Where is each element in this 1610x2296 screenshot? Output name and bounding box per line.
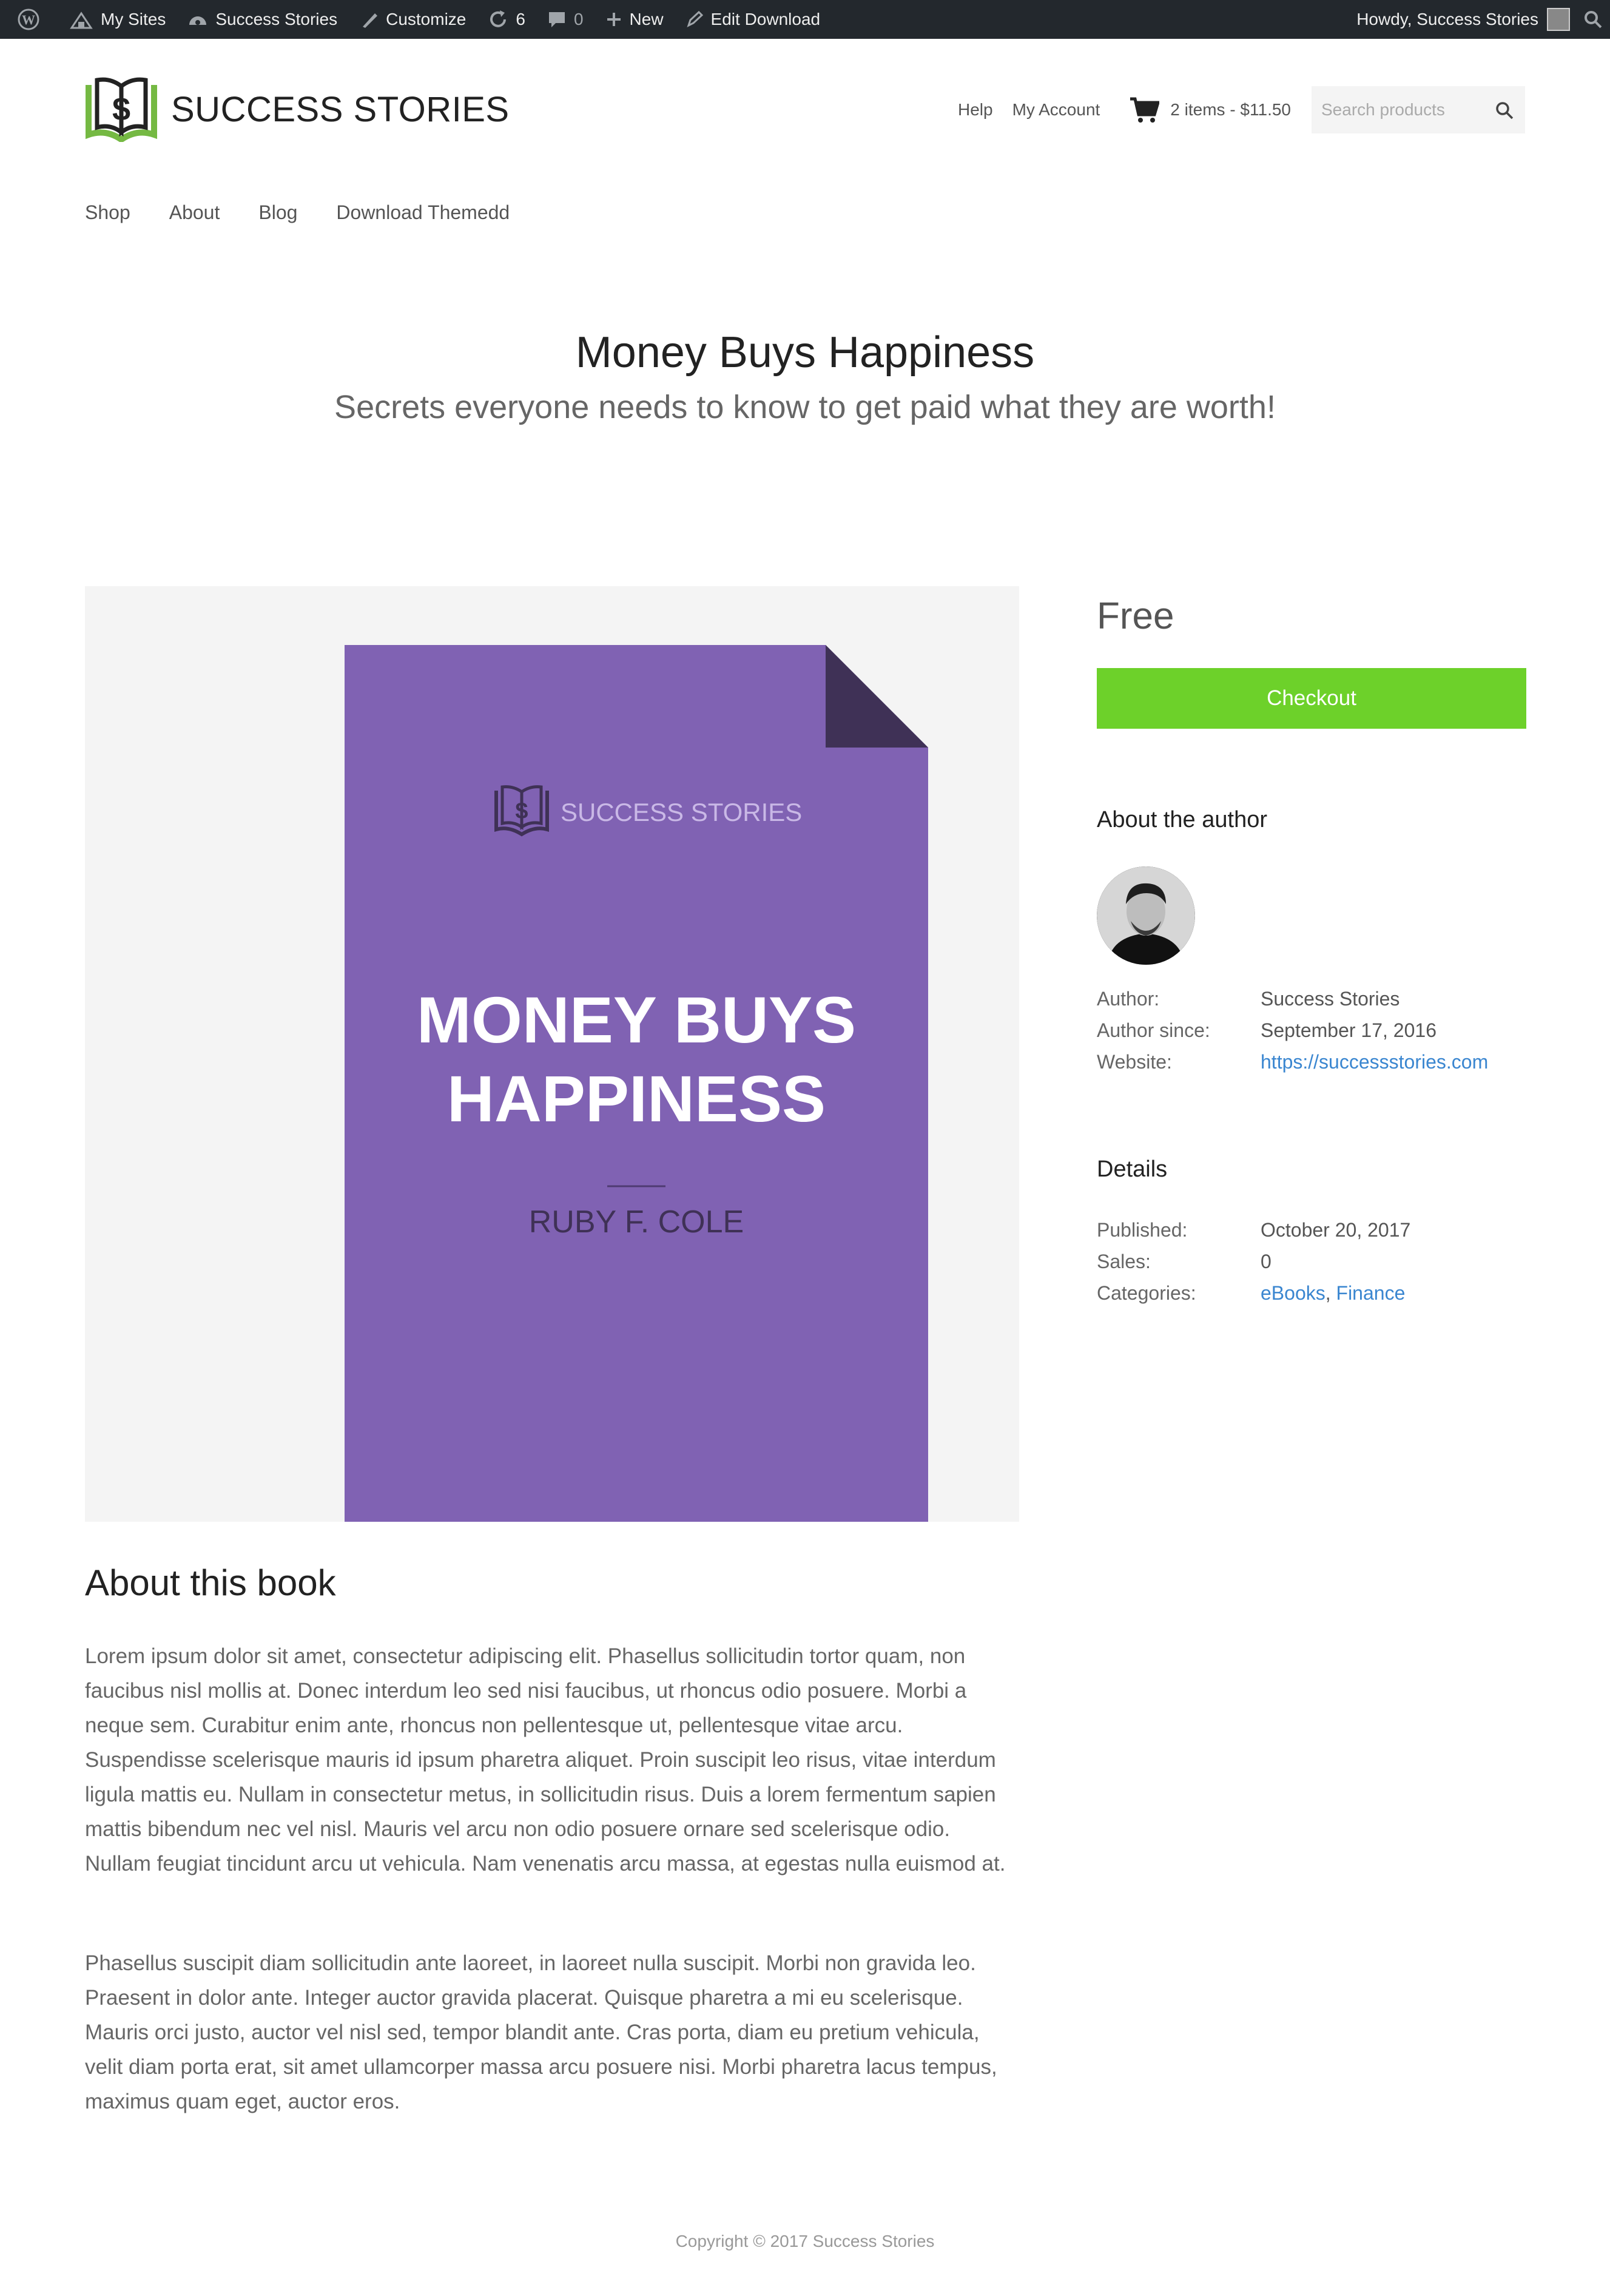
- checkout-button[interactable]: Checkout: [1097, 668, 1526, 729]
- nav-item-about[interactable]: About: [169, 201, 220, 224]
- my-sites-link[interactable]: My Sites: [58, 0, 177, 39]
- author-since-row: Author since: September 17, 2016: [1097, 1015, 1526, 1046]
- edit-download-label: Edit Download: [710, 10, 821, 29]
- edit-download-link[interactable]: Edit Download: [675, 0, 832, 39]
- search-icon[interactable]: [1583, 10, 1603, 29]
- svg-text:W: W: [22, 12, 35, 27]
- sites-icon: [70, 12, 93, 29]
- site-name-label: Success Stories: [215, 10, 338, 29]
- about-book-paragraph: Phasellus suscipit diam sollicitudin ant…: [85, 1951, 997, 2113]
- cover-title-line1: MONEY BUYS: [417, 983, 856, 1056]
- logo-text: SUCCESS STORIES: [171, 89, 510, 129]
- category-link-finance[interactable]: Finance: [1336, 1282, 1406, 1304]
- customize-link[interactable]: Customize: [348, 0, 477, 39]
- published-value: October 20, 2017: [1261, 1219, 1411, 1241]
- categories-row: Categories: eBooks, Finance: [1097, 1277, 1526, 1309]
- website-row: Website: https://successstories.com: [1097, 1046, 1526, 1078]
- new-label: New: [629, 10, 664, 29]
- cover-brand-text: SUCCESS STORIES: [561, 798, 802, 826]
- website-link[interactable]: https://successstories.com: [1261, 1046, 1488, 1078]
- author-since-value: September 17, 2016: [1261, 1019, 1437, 1041]
- comments-link[interactable]: 0: [536, 0, 594, 39]
- help-link[interactable]: Help: [958, 100, 993, 120]
- price: Free: [1097, 595, 1174, 637]
- updates-count: 6: [516, 10, 525, 29]
- dashboard-icon: [189, 16, 207, 25]
- my-account-link[interactable]: My Account: [1012, 100, 1100, 120]
- customize-label: Customize: [386, 10, 466, 29]
- author-avatar: [1097, 866, 1195, 965]
- main-navigation: Shop About Blog Download Themedd: [85, 201, 548, 224]
- nav-item-download-themedd[interactable]: Download Themedd: [336, 201, 510, 224]
- comments-count: 0: [573, 10, 584, 29]
- svg-text:$: $: [515, 799, 528, 824]
- about-author-heading: About the author: [1097, 807, 1267, 832]
- sales-value: 0: [1261, 1251, 1271, 1272]
- search-input[interactable]: [1312, 86, 1487, 133]
- svg-text:$: $: [112, 91, 130, 127]
- author-label: Author:: [1097, 988, 1160, 1010]
- plus-icon: [607, 13, 621, 26]
- categories-label: Categories:: [1097, 1282, 1196, 1304]
- author-value: Success Stories: [1261, 988, 1400, 1010]
- brush-icon: [363, 13, 378, 28]
- cover-author: RUBY F. COLE: [529, 1204, 744, 1240]
- published-label: Published:: [1097, 1219, 1188, 1241]
- cart-summary: 2 items - $11.50: [1170, 100, 1291, 119]
- my-sites-label: My Sites: [101, 10, 166, 29]
- footer-copyright: Copyright © 2017 Success Stories: [675, 2232, 935, 2250]
- author-photo-icon: [1097, 866, 1195, 965]
- cart-link[interactable]: 2 items - $11.50: [1129, 96, 1291, 123]
- wordpress-logo-button[interactable]: W: [6, 0, 58, 39]
- comment-icon: [548, 12, 565, 27]
- details-heading: Details: [1097, 1156, 1168, 1182]
- cover-title-line2: HAPPINESS: [447, 1062, 826, 1135]
- about-book-paragraph: Lorem ipsum dolor sit amet, consectetur …: [85, 1644, 1006, 1876]
- website-label: Website:: [1097, 1051, 1172, 1073]
- author-info: Author: Success Stories Author since: Se…: [1097, 983, 1526, 1078]
- page-subtitle: Secrets everyone needs to know to get pa…: [334, 389, 1276, 425]
- details-info: Published: October 20, 2017 Sales: 0 Cat…: [1097, 1214, 1526, 1309]
- book-cover-image: $ SUCCESS STORIES MONEY BUYS HAPPINESS R…: [345, 645, 928, 1522]
- author-row: Author: Success Stories: [1097, 983, 1526, 1015]
- admin-avatar[interactable]: [1547, 8, 1570, 31]
- wordpress-icon: W: [18, 8, 39, 30]
- search-icon[interactable]: [1495, 101, 1514, 120]
- admin-bar: W My Sites Success Stories Customize 6 0…: [0, 0, 1610, 39]
- nav-item-blog[interactable]: Blog: [258, 201, 297, 224]
- refresh-icon: [490, 10, 507, 27]
- category-link-ebooks[interactable]: eBooks: [1261, 1282, 1325, 1304]
- cart-icon: [1130, 97, 1160, 123]
- category-separator: ,: [1325, 1282, 1336, 1304]
- published-row: Published: October 20, 2017: [1097, 1214, 1526, 1246]
- author-since-label: Author since:: [1097, 1019, 1210, 1041]
- about-book-heading: About this book: [85, 1562, 336, 1603]
- new-content-link[interactable]: New: [594, 0, 675, 39]
- product-search: [1312, 86, 1525, 133]
- product-image-panel: $ SUCCESS STORIES MONEY BUYS HAPPINESS R…: [85, 586, 1019, 1522]
- header-utility-nav: Help My Account 2 items - $11.50: [938, 86, 1525, 133]
- book-dollar-logo-icon: $: [86, 77, 157, 142]
- site-name-link[interactable]: Success Stories: [177, 0, 348, 39]
- site-logo[interactable]: $ SUCCESS STORIES: [85, 76, 510, 142]
- page-title: Money Buys Happiness: [575, 328, 1035, 377]
- sales-row: Sales: 0: [1097, 1246, 1526, 1277]
- howdy-account-link[interactable]: Howdy, Success Stories: [1356, 10, 1538, 29]
- nav-item-shop[interactable]: Shop: [85, 201, 130, 224]
- updates-link[interactable]: 6: [477, 0, 536, 39]
- pencil-icon: [686, 10, 703, 27]
- sales-label: Sales:: [1097, 1251, 1151, 1272]
